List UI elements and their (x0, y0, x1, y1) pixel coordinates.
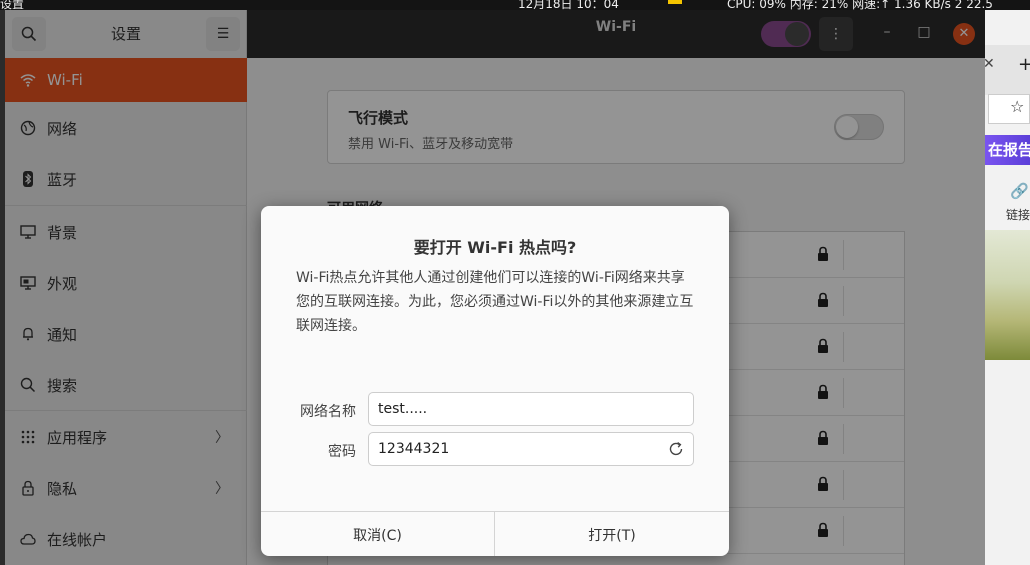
password-input[interactable] (368, 432, 694, 466)
network-name-label: 网络名称 (300, 404, 356, 420)
page-banner[interactable]: 在报告 (984, 135, 1030, 165)
dialog-title: 要打开 Wi-Fi 热点吗? (413, 238, 577, 257)
cancel-button[interactable]: 取消(C) (261, 512, 495, 556)
network-name-input[interactable] (368, 392, 694, 426)
turn-on-button[interactable]: 打开(T) (495, 512, 729, 556)
system-monitor[interactable]: CPU: 09% 内存: 21% 网速:↑ 1.36 KB/s 2 22.5 (727, 0, 993, 10)
dialog-button-bar: 取消(C) 打开(T) (261, 511, 729, 556)
password-label: 密码 (328, 444, 356, 460)
background-browser-window: ✕ + ☆ 在报告 🔗 链接 (980, 10, 1030, 565)
dialog-body: Wi-Fi热点允许其他人通过创建他们可以连接的Wi-Fi网络来共享您的互联网连接… (296, 270, 694, 334)
link-icon[interactable]: 🔗 (1010, 182, 1029, 200)
clock[interactable]: 12月18日 10：04 (518, 0, 619, 10)
banner-text: 在报告 (988, 141, 1030, 159)
new-tab-icon[interactable]: + (1018, 54, 1030, 75)
refresh-icon[interactable] (667, 440, 685, 458)
bookmark-star-icon[interactable]: ☆ (1010, 97, 1024, 116)
active-app-name[interactable]: 设置 (0, 0, 24, 10)
link-label[interactable]: 链接 (1006, 206, 1030, 223)
indicator-icon[interactable] (668, 0, 682, 4)
system-top-panel: 设置 12月18日 10：04 CPU: 09% 内存: 21% 网速:↑ 1.… (0, 0, 1030, 10)
page-image (984, 230, 1030, 360)
hotspot-dialog: 要打开 Wi-Fi 热点吗? Wi-Fi热点允许其他人通过创建他们可以连接的Wi… (261, 206, 729, 556)
